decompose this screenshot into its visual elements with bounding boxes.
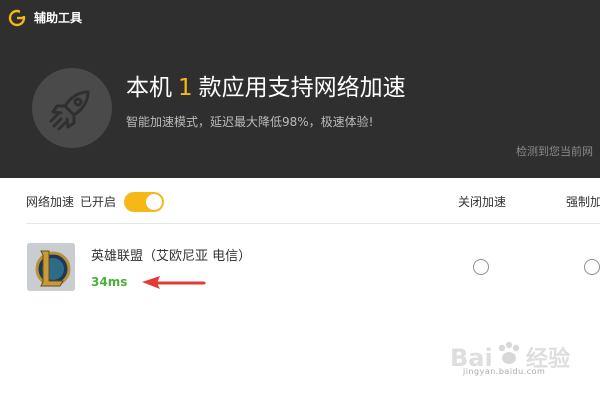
app-title: 辅助工具	[34, 11, 83, 25]
banner-subtitle: 智能加速模式，延迟最大降低98%，极速体验!	[126, 115, 374, 129]
watermark-url: jingyan.baidu.com	[463, 367, 546, 376]
red-arrow-annotation	[142, 276, 206, 289]
baidu-jingyan-watermark: Bai 经验	[450, 341, 570, 372]
game-name: 英雄联盟（艾欧尼亚 电信）	[91, 249, 252, 264]
league-of-legends-icon	[27, 243, 75, 291]
network-accel-status: 已开启	[80, 195, 117, 209]
game-ping: 34ms	[91, 275, 128, 289]
force-accel-radio[interactable]	[584, 259, 600, 275]
network-accel-toggle[interactable]	[124, 192, 164, 212]
game-row	[0, 232, 600, 302]
headline: 本机 1 款应用支持网络加速	[126, 72, 406, 104]
detect-note: 检测到您当前网	[516, 145, 593, 158]
column-header-close-accel: 关闭加速	[458, 195, 507, 209]
divider	[26, 223, 600, 224]
headline-suffix: 款应用支持网络加速	[198, 75, 406, 101]
close-accel-radio[interactable]	[473, 259, 489, 275]
column-header-force-accel: 强制加速	[566, 195, 600, 209]
app-logo-icon	[8, 9, 26, 27]
rocket-badge	[32, 68, 112, 148]
headline-prefix: 本机	[126, 75, 172, 101]
network-accel-label: 网络加速	[26, 195, 75, 209]
app-count: 1	[178, 75, 193, 101]
rocket-icon	[49, 90, 90, 131]
toggle-knob	[146, 194, 162, 210]
